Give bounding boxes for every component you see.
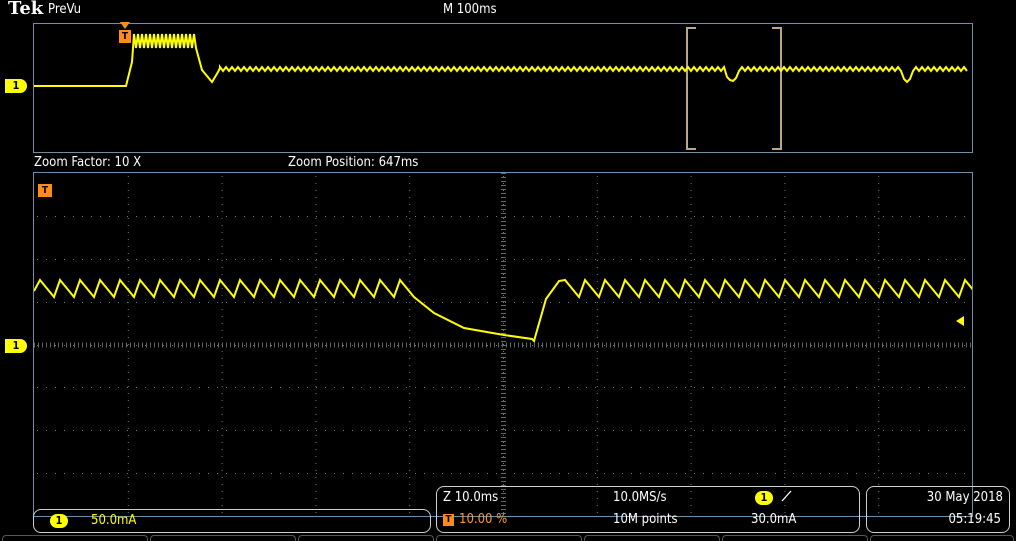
trigger-position: 10.00 % bbox=[459, 512, 508, 527]
softkey-1[interactable] bbox=[2, 535, 148, 541]
status-header: Tek PreVu M 100ms bbox=[0, 0, 1016, 20]
zoom-waveform-graticule[interactable] bbox=[33, 172, 973, 517]
zoom-timebase: Z 10.0ms bbox=[443, 490, 499, 505]
overview-trigger-arrow-icon bbox=[120, 22, 130, 29]
mode-label: PreVu bbox=[48, 2, 82, 17]
timebase-label: M 100ms bbox=[443, 2, 497, 17]
rising-edge-icon bbox=[781, 490, 792, 502]
date-label: 30 May 2018 bbox=[926, 490, 1003, 505]
channel-1-badge: 1 bbox=[50, 514, 68, 528]
sample-rate: 10.0MS/s bbox=[613, 490, 667, 505]
timebase-trigger-readout[interactable]: Z 10.0ms T 10.00 % 10.0MS/s 10M points 1… bbox=[436, 486, 860, 533]
softkey-4[interactable] bbox=[436, 535, 582, 541]
time-label: 05:19:45 bbox=[948, 512, 1001, 527]
softkey-7[interactable] bbox=[870, 535, 1014, 541]
brand-logo: Tek bbox=[8, 0, 44, 19]
softkey-5[interactable] bbox=[584, 535, 720, 541]
graticule-grid bbox=[34, 173, 971, 514]
channel-scale: 50.0mA bbox=[91, 513, 137, 528]
trigger-position-icon: T bbox=[443, 514, 454, 526]
trigger-level: 30.0mA bbox=[751, 512, 797, 527]
overview-waveform-panel[interactable] bbox=[33, 23, 973, 153]
datetime-readout: 30 May 2018 05:19:45 bbox=[866, 486, 1010, 533]
trigger-source-badge: 1 bbox=[755, 491, 773, 505]
zoom-window-right-bracket bbox=[772, 27, 782, 150]
record-length: 10M points bbox=[613, 512, 678, 527]
overview-trace bbox=[34, 27, 968, 150]
softkey-2[interactable] bbox=[150, 535, 296, 541]
overview-trigger-marker[interactable]: T bbox=[119, 30, 131, 43]
channel-readout[interactable]: 1 50.0mA bbox=[33, 509, 431, 533]
zoom-trace bbox=[34, 173, 972, 514]
zoom-position-label: Zoom Position: 647ms bbox=[288, 155, 419, 170]
softkey-3[interactable] bbox=[298, 535, 434, 541]
trigger-level-arrow-icon bbox=[956, 316, 964, 326]
zoom-window-left-bracket bbox=[686, 27, 696, 150]
overview-ch1-marker[interactable]: 1 bbox=[5, 79, 27, 93]
zoom-ch1-marker[interactable]: 1 bbox=[5, 339, 27, 353]
zoom-trigger-marker[interactable]: T bbox=[38, 184, 52, 197]
zoom-factor-label: Zoom Factor: 10 X bbox=[34, 155, 142, 170]
softkey-6[interactable] bbox=[722, 535, 868, 541]
